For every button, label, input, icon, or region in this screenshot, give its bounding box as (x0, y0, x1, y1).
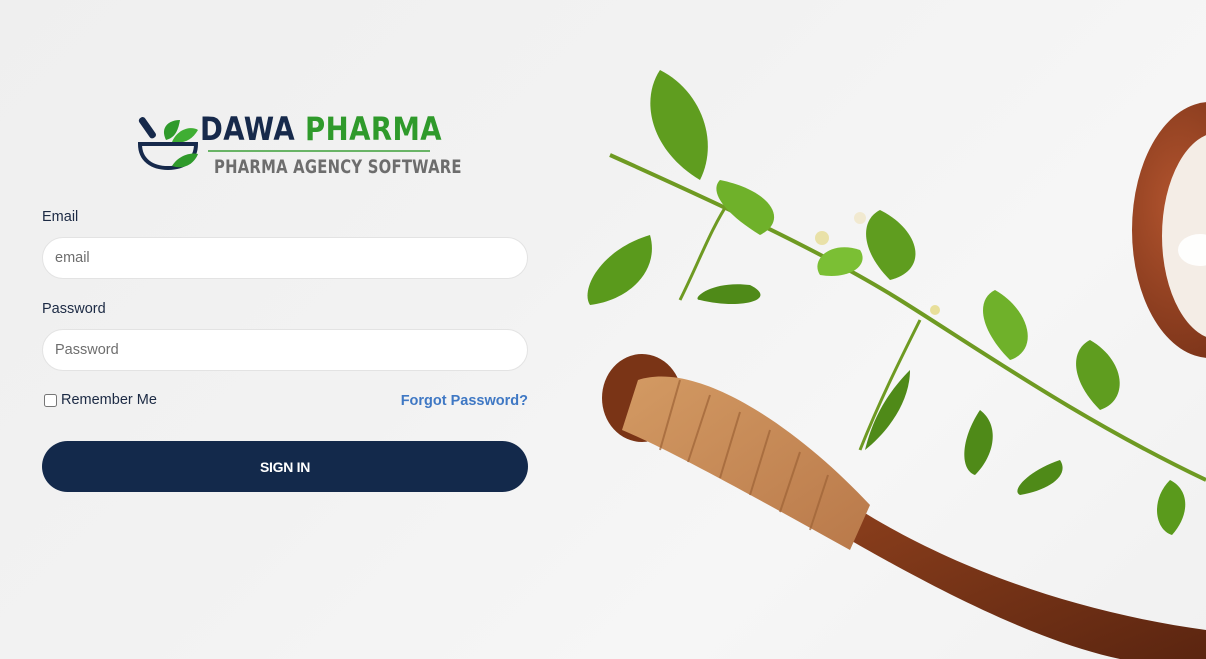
remember-me-label: Remember Me (61, 392, 157, 408)
brand-name: DAWA PHARMA (200, 110, 442, 148)
password-label: Password (42, 301, 106, 317)
hero-illustration (587, 70, 1206, 659)
forgot-password-link[interactable]: Forgot Password? (401, 393, 528, 409)
email-label: Email (42, 209, 79, 225)
password-input[interactable] (42, 329, 528, 371)
clay-mortar-icon (1132, 102, 1206, 358)
herb-sprig-icon (587, 70, 1206, 535)
login-page: DAWA PHARMA PHARMA AGENCY SOFTWARE Email… (0, 0, 1206, 659)
email-input[interactable] (42, 237, 528, 279)
remember-me[interactable]: Remember Me (44, 392, 157, 408)
mortar-pestle-icon (138, 117, 199, 171)
remember-me-checkbox[interactable] (44, 393, 57, 407)
sign-in-button[interactable]: SIGN IN (42, 441, 528, 492)
brand-logo: DAWA PHARMA PHARMA AGENCY SOFTWARE (138, 110, 462, 182)
brand-name-part2: PHARMA (305, 110, 443, 148)
brand-tagline: PHARMA AGENCY SOFTWARE (214, 156, 462, 178)
wooden-pestle-icon (602, 354, 1206, 659)
brand-name-part1: DAWA (200, 110, 296, 148)
logo-divider (208, 150, 430, 152)
